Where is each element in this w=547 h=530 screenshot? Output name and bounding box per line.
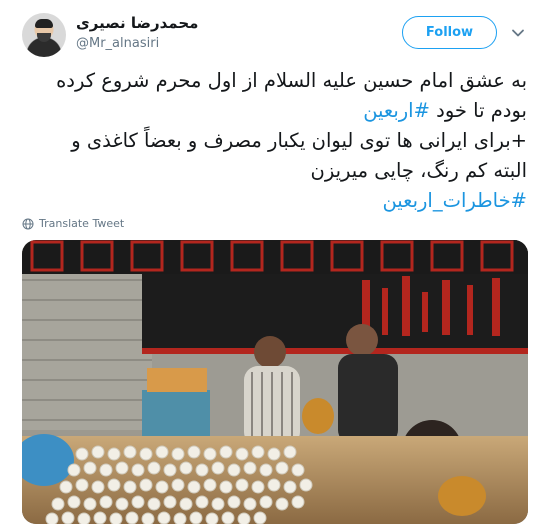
chevron-down-icon[interactable] [511, 26, 525, 40]
tweet-photo[interactable] [22, 240, 528, 524]
avatar[interactable] [22, 13, 66, 57]
tweet-text-line-2: بودم تا خود #اربعین [22, 96, 527, 126]
tweet-text-line-4: البته کم رنگ، چایی میریزن [310, 159, 528, 182]
tweet-text-line-2-text: بودم تا خود [429, 99, 527, 122]
author-display-name[interactable]: محمدرضا نصیری [76, 14, 198, 32]
follow-button[interactable]: Follow [402, 16, 497, 49]
avatar-beard [37, 33, 51, 42]
author-handle[interactable]: @Mr_alnasiri [76, 36, 159, 51]
tweet-text-line-3: +برای ایرانی ها توی لیوان یکبار مصرف و ب… [71, 129, 527, 152]
hashtag-arbaeen[interactable]: #اربعین [363, 99, 430, 122]
tweet-card: محمدرضا نصیری @Mr_alnasiri Follow به عشق… [0, 0, 547, 530]
tweet-text-line-1: به عشق امام حسین علیه السلام از اول محرم… [56, 69, 527, 92]
globe-icon [22, 218, 34, 229]
translate-tweet-link[interactable]: Translate Tweet [22, 217, 124, 230]
avatar-hair [35, 19, 53, 28]
translate-tweet-label: Translate Tweet [39, 217, 125, 230]
hashtag-arbaeen-memories[interactable]: #خاطرات_اربعین [22, 186, 527, 216]
tweet-text: به عشق امام حسین علیه السلام از اول محرم… [22, 66, 527, 216]
tweet-photo-image [22, 240, 528, 524]
